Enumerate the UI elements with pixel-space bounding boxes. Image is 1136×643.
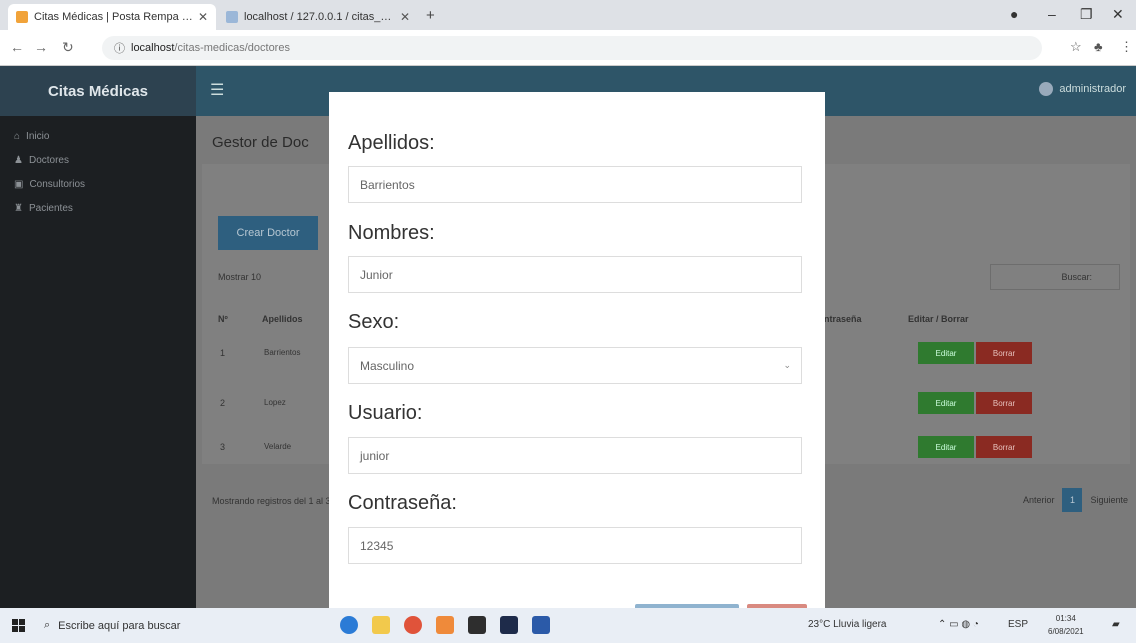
usuario-label: Usuario: bbox=[348, 402, 423, 424]
back-arrow-icon[interactable]: ← bbox=[10, 39, 24, 55]
edit-button[interactable]: Editar bbox=[918, 342, 974, 364]
sublime-icon[interactable] bbox=[468, 616, 486, 634]
word-icon[interactable] bbox=[532, 616, 550, 634]
extensions-icon[interactable]: ♣ bbox=[1094, 39, 1103, 54]
table-row-apellido: Lopez bbox=[264, 398, 286, 407]
sidebar-item-consultorios[interactable]: ▣ Consultorios bbox=[0, 172, 196, 196]
taskbar-search-placeholder: Escribe aquí para buscar bbox=[58, 619, 181, 632]
windows-start-icon[interactable] bbox=[12, 619, 25, 632]
url-path: /citas-medicas/doctores bbox=[174, 42, 290, 54]
sidebar-item-label: Pacientes bbox=[28, 202, 73, 214]
vs-icon[interactable] bbox=[500, 616, 518, 634]
delete-button[interactable]: Borrar bbox=[976, 436, 1032, 458]
file-explorer-icon[interactable] bbox=[372, 616, 390, 634]
nombres-field[interactable]: Junior bbox=[348, 256, 802, 293]
page-length-select[interactable]: Mostrar 10 bbox=[218, 272, 261, 282]
hamburger-icon[interactable]: ☰ bbox=[210, 80, 224, 100]
tab-phpmyadmin[interactable]: localhost / 127.0.0.1 / citas_medi.. ✕ bbox=[218, 4, 418, 30]
table-row-apellido: Barrientos bbox=[264, 348, 301, 357]
os-taskbar: ⌕ Escribe aquí para buscar 23°C Lluvia l… bbox=[0, 608, 1136, 643]
search-input[interactable] bbox=[990, 264, 1120, 290]
users-icon: ♜ bbox=[14, 202, 23, 214]
usuario-field[interactable]: junior bbox=[348, 437, 802, 474]
edit-doctor-modal: Apellidos: Barrientos Nombres: Junior Se… bbox=[329, 92, 825, 608]
page-title: Gestor de Doc bbox=[212, 134, 309, 151]
tab-title: localhost / 127.0.0.1 / citas_medi.. bbox=[244, 11, 396, 23]
col-header-acciones: Editar / Borrar bbox=[908, 314, 969, 324]
menu-kebab-icon[interactable]: ⋮ bbox=[1120, 39, 1133, 55]
contrasena-label: Contraseña: bbox=[348, 492, 457, 514]
edit-button[interactable]: Editar bbox=[918, 436, 974, 458]
table-row-apellido: Velarde bbox=[264, 442, 292, 451]
sexo-label: Sexo: bbox=[348, 311, 400, 333]
url-host: localhost bbox=[131, 42, 175, 54]
delete-button[interactable]: Borrar bbox=[976, 392, 1032, 414]
sexo-select[interactable]: Masculino ⌄ bbox=[348, 347, 802, 384]
delete-button[interactable]: Borrar bbox=[976, 342, 1032, 364]
sidebar-item-label: Doctores bbox=[28, 154, 69, 166]
close-tab-icon[interactable]: ✕ bbox=[400, 10, 410, 24]
chevron-down-icon: ⌄ bbox=[783, 360, 791, 370]
table-row-num: 3 bbox=[220, 442, 226, 452]
user-name: administrador bbox=[1059, 83, 1126, 95]
edit-button[interactable]: Editar bbox=[918, 392, 974, 414]
brand-logo[interactable]: Citas Médicas bbox=[0, 66, 196, 116]
address-bar: ← → ↻ ⓘ localhost /citas-medicas/doctore… bbox=[0, 30, 1136, 66]
language-indicator[interactable]: ESP bbox=[1008, 619, 1028, 630]
tray-icons[interactable]: ⌃ ▭ ◍ ◔ bbox=[938, 619, 979, 630]
weather-widget[interactable]: 23°C Lluvia ligera bbox=[808, 619, 887, 630]
table-info: Mostrando registros del 1 al 3 bbox=[212, 496, 331, 506]
profile-dot-icon[interactable]: ● bbox=[1010, 6, 1018, 22]
sidebar-item-label: Consultorios bbox=[29, 178, 86, 190]
reload-icon[interactable]: ↻ bbox=[62, 39, 74, 56]
taskbar-clock[interactable]: 01:34 6/08/2021 bbox=[1048, 612, 1084, 638]
notifications-icon[interactable]: ▰ bbox=[1112, 619, 1120, 630]
close-window-icon[interactable]: ✕ bbox=[1112, 6, 1124, 23]
apellidos-label: Apellidos: bbox=[348, 132, 435, 154]
clinic-icon: ▣ bbox=[14, 178, 24, 190]
minimize-icon[interactable]: – bbox=[1048, 6, 1056, 22]
date: 6/08/2021 bbox=[1048, 627, 1084, 636]
next-page-button[interactable]: Siguiente bbox=[1090, 495, 1128, 505]
forward-arrow-icon[interactable]: → bbox=[34, 39, 48, 55]
nombres-label: Nombres: bbox=[348, 222, 435, 244]
table-row-num: 1 bbox=[220, 348, 226, 358]
chrome-icon[interactable] bbox=[404, 616, 422, 634]
xampp-icon[interactable] bbox=[436, 616, 454, 634]
home-icon: ⌂ bbox=[14, 130, 21, 142]
sexo-selected-value: Masculino bbox=[360, 358, 415, 373]
col-header-num[interactable]: Nº bbox=[218, 314, 228, 324]
browser-tabbar: Citas Médicas | Posta Rempa Ur.. ✕ local… bbox=[0, 0, 1136, 30]
create-doctor-button[interactable]: Crear Doctor bbox=[218, 216, 318, 250]
sidebar-item-doctores[interactable]: ♟ Doctores bbox=[0, 148, 196, 172]
time: 01:34 bbox=[1055, 614, 1076, 623]
apellidos-field[interactable]: Barrientos bbox=[348, 166, 802, 203]
taskbar-search[interactable]: ⌕ Escribe aquí para buscar bbox=[38, 612, 318, 639]
new-tab-button[interactable]: + bbox=[426, 7, 435, 24]
search-icon: ⌕ bbox=[44, 619, 51, 631]
table-row-num: 2 bbox=[220, 398, 226, 408]
edge-icon[interactable] bbox=[340, 616, 358, 634]
tab-title: Citas Médicas | Posta Rempa Ur.. bbox=[34, 11, 194, 23]
url-field[interactable]: ⓘ localhost /citas-medicas/doctores bbox=[102, 36, 1042, 60]
site-favicon-icon bbox=[16, 11, 28, 23]
phpmyadmin-favicon-icon bbox=[226, 11, 238, 23]
contrasena-field[interactable]: 12345 bbox=[348, 527, 802, 564]
bookmark-star-icon[interactable]: ☆ bbox=[1070, 39, 1082, 55]
maximize-icon[interactable]: ❐ bbox=[1080, 6, 1093, 23]
tab-citas-medicas[interactable]: Citas Médicas | Posta Rempa Ur.. ✕ bbox=[8, 4, 216, 30]
info-icon: ⓘ bbox=[114, 43, 125, 55]
page-1-button[interactable]: 1 bbox=[1062, 488, 1083, 512]
user-icon: ♟ bbox=[14, 154, 23, 166]
close-tab-icon[interactable]: ✕ bbox=[198, 10, 208, 24]
sidebar-item-inicio[interactable]: ⌂ Inicio bbox=[0, 124, 196, 148]
prev-page-button[interactable]: Anterior bbox=[1023, 495, 1055, 505]
user-menu[interactable]: administrador bbox=[1039, 82, 1126, 96]
sidebar: ⌂ Inicio ♟ Doctores ▣ Consultorios ♜ Pac… bbox=[0, 116, 196, 608]
avatar bbox=[1039, 82, 1054, 96]
sidebar-item-pacientes[interactable]: ♜ Pacientes bbox=[0, 196, 196, 220]
pagination: Anterior 1 Siguiente bbox=[1023, 488, 1128, 512]
col-header-apellidos[interactable]: Apellidos bbox=[262, 314, 303, 324]
sidebar-item-label: Inicio bbox=[26, 130, 50, 142]
